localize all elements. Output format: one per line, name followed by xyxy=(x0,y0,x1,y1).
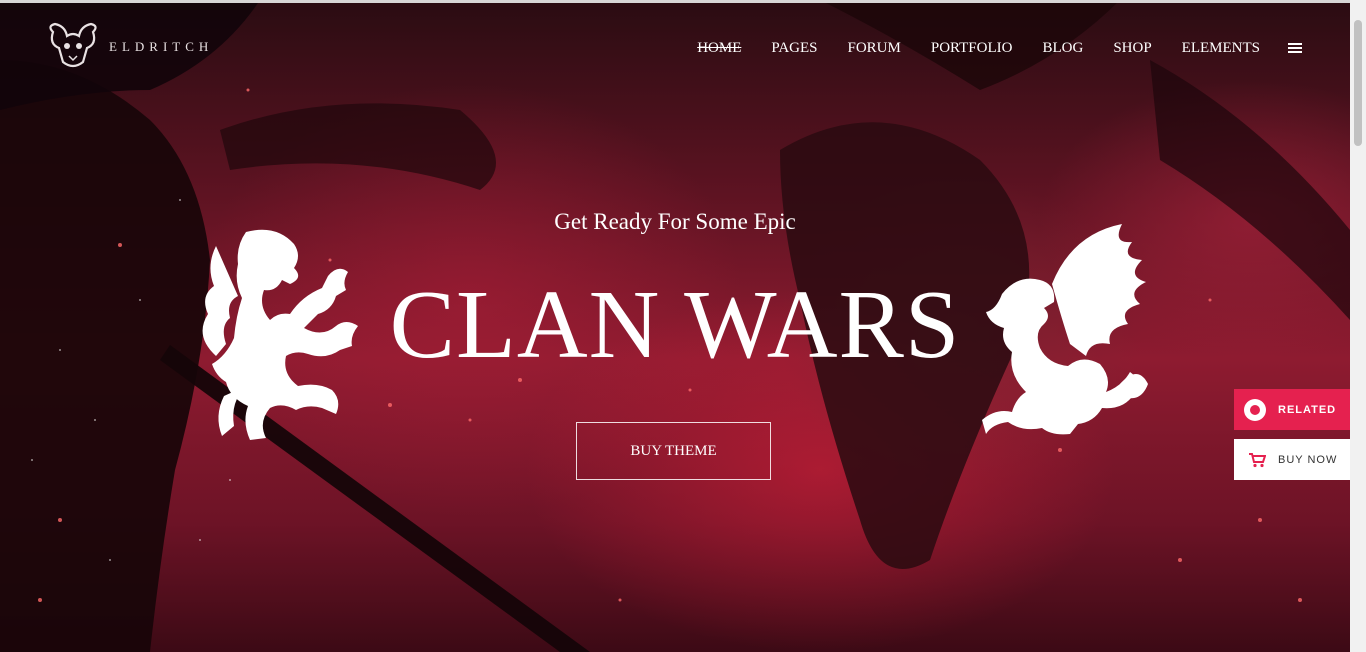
nav-item-forum[interactable]: FORUM xyxy=(848,38,901,58)
related-widget[interactable]: RELATED xyxy=(1234,389,1350,430)
ram-skull-logo-icon xyxy=(49,22,97,68)
nav-item-pages[interactable]: PAGES xyxy=(771,38,817,58)
nav-item-shop[interactable]: SHOP xyxy=(1113,38,1151,58)
buy-theme-label: BUY THEME xyxy=(630,442,717,459)
cart-icon xyxy=(1249,452,1266,467)
nav-item-elements[interactable]: ELEMENTS xyxy=(1182,38,1260,58)
logo-text: ELDRITCH xyxy=(109,39,214,54)
hamburger-icon[interactable] xyxy=(1288,42,1302,54)
lion-crest-icon xyxy=(202,229,358,440)
related-icon xyxy=(1244,398,1266,421)
related-label: RELATED xyxy=(1278,403,1337,416)
buy-now-widget[interactable]: BUY NOW xyxy=(1234,439,1350,480)
site-header: ELDRITCH HOME PAGES FORUM PORTFOLIO BLOG… xyxy=(0,0,1350,96)
nav-item-blog[interactable]: BLOG xyxy=(1042,38,1083,58)
buy-theme-button[interactable]: BUY THEME xyxy=(576,422,771,480)
griffin-crest-icon xyxy=(982,224,1148,435)
site-logo[interactable]: ELDRITCH xyxy=(45,22,213,72)
main-nav: HOME PAGES FORUM PORTFOLIO BLOG SHOP ELE… xyxy=(667,38,1350,58)
nav-item-portfolio[interactable]: PORTFOLIO xyxy=(931,38,1013,58)
nav-item-home[interactable]: HOME xyxy=(697,38,741,58)
buy-now-label: BUY NOW xyxy=(1278,453,1338,466)
scrollbar-thumb[interactable] xyxy=(1354,20,1362,146)
page-scrollbar[interactable] xyxy=(1350,0,1366,652)
